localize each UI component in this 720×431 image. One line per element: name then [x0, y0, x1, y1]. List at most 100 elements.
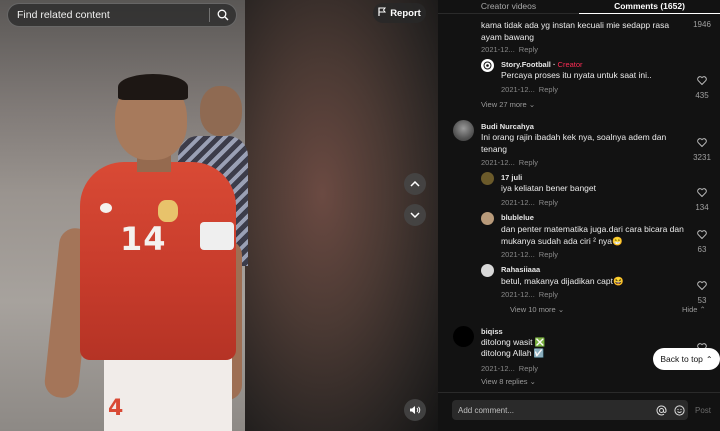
player-jersey	[80, 162, 236, 360]
previous-video-button[interactable]	[404, 173, 426, 195]
search-input[interactable]: Find related content	[17, 9, 209, 21]
like-button[interactable]: 1946	[692, 14, 712, 29]
comment-meta: 2021-12... Reply	[501, 198, 558, 207]
comment-text: Percaya proses itu nyata untuk saat ini.…	[501, 70, 652, 80]
comment-username[interactable]: biqiss	[481, 327, 503, 336]
video-player[interactable]: 14 4 Find related content Report	[0, 0, 438, 431]
like-count: 1946	[693, 20, 711, 29]
avatar[interactable]	[453, 326, 474, 347]
reply-button[interactable]: Reply	[519, 158, 538, 167]
comment-date: 2021-12...	[501, 198, 535, 207]
comment-meta: 2021-12... Reply	[481, 364, 538, 373]
comment-date: 2021-12...	[501, 250, 535, 259]
back-to-top-button[interactable]: Back to top ⌃	[653, 348, 720, 370]
comment-date: 2021-12...	[481, 158, 515, 167]
comment-text: betul, makanya dijadikan capt😆	[501, 276, 624, 286]
volume-button[interactable]	[404, 399, 426, 421]
comment-text: iya keliatan bener banget	[501, 183, 596, 193]
like-button[interactable]: 435	[692, 72, 712, 100]
creator-badge: Creator	[557, 60, 583, 69]
comment-meta: 2021-12... Reply	[481, 158, 538, 167]
search-icon[interactable]	[210, 3, 236, 27]
like-count: 63	[697, 245, 707, 254]
comment-text: kama tidak ada yg instan kecuali mie sed…	[481, 20, 670, 42]
comment-username[interactable]: blublelue	[501, 213, 534, 222]
like-button[interactable]: 53	[692, 277, 712, 305]
comment-composer: Add comment... Post	[438, 392, 720, 431]
background-player-head	[200, 86, 242, 136]
comment-username[interactable]: Story.Football · Creator	[501, 60, 583, 69]
view-more-replies[interactable]: View 27 more ⌄	[481, 100, 535, 109]
chevron-up-icon	[410, 181, 420, 187]
chevron-down-icon: ⌄	[529, 377, 536, 386]
double-chevron-up-icon: ⌃	[705, 354, 713, 364]
heart-icon	[697, 188, 707, 198]
report-button[interactable]: Report	[373, 3, 426, 23]
view-more-label: View 27 more	[481, 100, 527, 109]
comment-meta: 2021-12... Reply	[501, 85, 558, 94]
comment-date: 2021-12...	[481, 45, 515, 54]
comment-text-line: ditolong Allah ☑️	[481, 348, 545, 358]
view-more-label: View 10 more	[510, 305, 556, 314]
comment-input[interactable]: Add comment...	[452, 400, 688, 420]
chevron-down-icon: ⌄	[528, 100, 536, 109]
chevron-down-icon: ⌄	[557, 305, 565, 314]
tab-comments[interactable]: Comments (1652)	[579, 0, 720, 13]
like-button[interactable]: 3231	[692, 134, 712, 162]
comment-meta: 2021-12... Reply	[481, 45, 538, 54]
comment-meta: 2021-12... Reply	[501, 290, 558, 299]
volume-icon	[410, 406, 421, 414]
tab-creator-videos[interactable]: Creator videos	[438, 0, 579, 13]
reply-button[interactable]: Reply	[539, 290, 558, 299]
flag-icon	[378, 7, 387, 19]
player-hair	[118, 74, 188, 100]
like-button[interactable]: 63	[692, 226, 712, 254]
comment-date: 2021-12...	[481, 364, 515, 373]
jersey-crest	[158, 200, 178, 222]
avatar[interactable]	[481, 264, 494, 277]
reply-button[interactable]: Reply	[519, 364, 538, 373]
chevron-up-icon: ⌃	[699, 305, 706, 314]
view-more-replies[interactable]: View 10 more ⌄	[510, 305, 564, 314]
comment-username[interactable]: 17 juli	[501, 173, 522, 182]
reply-button[interactable]: Reply	[539, 198, 558, 207]
avatar[interactable]	[453, 120, 474, 141]
comment-username[interactable]: Budi Nurcahya	[481, 122, 534, 131]
username-text[interactable]: Story.Football	[501, 60, 551, 69]
comment-username[interactable]: Rahasiiaaa	[501, 265, 540, 274]
jersey-number: 14	[120, 220, 167, 258]
avatar[interactable]	[481, 59, 494, 72]
avatar[interactable]	[481, 172, 494, 185]
like-count: 134	[695, 203, 709, 212]
hide-label: Hide	[682, 305, 698, 314]
search-bar[interactable]: Find related content	[7, 3, 237, 27]
avatar[interactable]	[481, 212, 494, 225]
view-replies[interactable]: View 8 replies ⌄	[481, 377, 536, 386]
panel-tabs: Creator videos Comments (1652)	[438, 0, 720, 14]
like-count: 435	[695, 91, 709, 100]
view-replies-label: View 8 replies	[481, 377, 528, 386]
reply-button[interactable]: Reply	[539, 85, 558, 94]
like-button[interactable]: 134	[692, 184, 712, 212]
comment-date: 2021-12...	[501, 85, 535, 94]
comment-meta: 2021-12... Reply	[501, 250, 558, 259]
comment-text: dan penter matematika juga.dari cara bic…	[501, 224, 684, 246]
post-button[interactable]: Post	[695, 406, 711, 415]
captain-armband	[200, 222, 234, 250]
comment-input-placeholder: Add comment...	[458, 405, 515, 415]
reply-button[interactable]: Reply	[519, 45, 538, 54]
emoji-icon[interactable]	[670, 401, 688, 419]
reply-button[interactable]: Reply	[539, 250, 558, 259]
comment-date: 2021-12...	[501, 290, 535, 299]
at-icon[interactable]	[652, 401, 670, 419]
like-count: 3231	[693, 153, 711, 162]
heart-icon	[697, 76, 707, 86]
jersey-brand-logo	[100, 203, 112, 213]
next-video-button[interactable]	[404, 204, 426, 226]
heart-icon	[697, 230, 707, 240]
like-count: 53	[697, 296, 707, 305]
back-to-top-label: Back to top	[660, 354, 703, 364]
hide-replies-button[interactable]: Hide ⌃	[682, 305, 706, 314]
comment-text: Ini orang rajin ibadah kek nya, soalnya …	[481, 132, 667, 154]
heart-icon	[697, 281, 707, 291]
